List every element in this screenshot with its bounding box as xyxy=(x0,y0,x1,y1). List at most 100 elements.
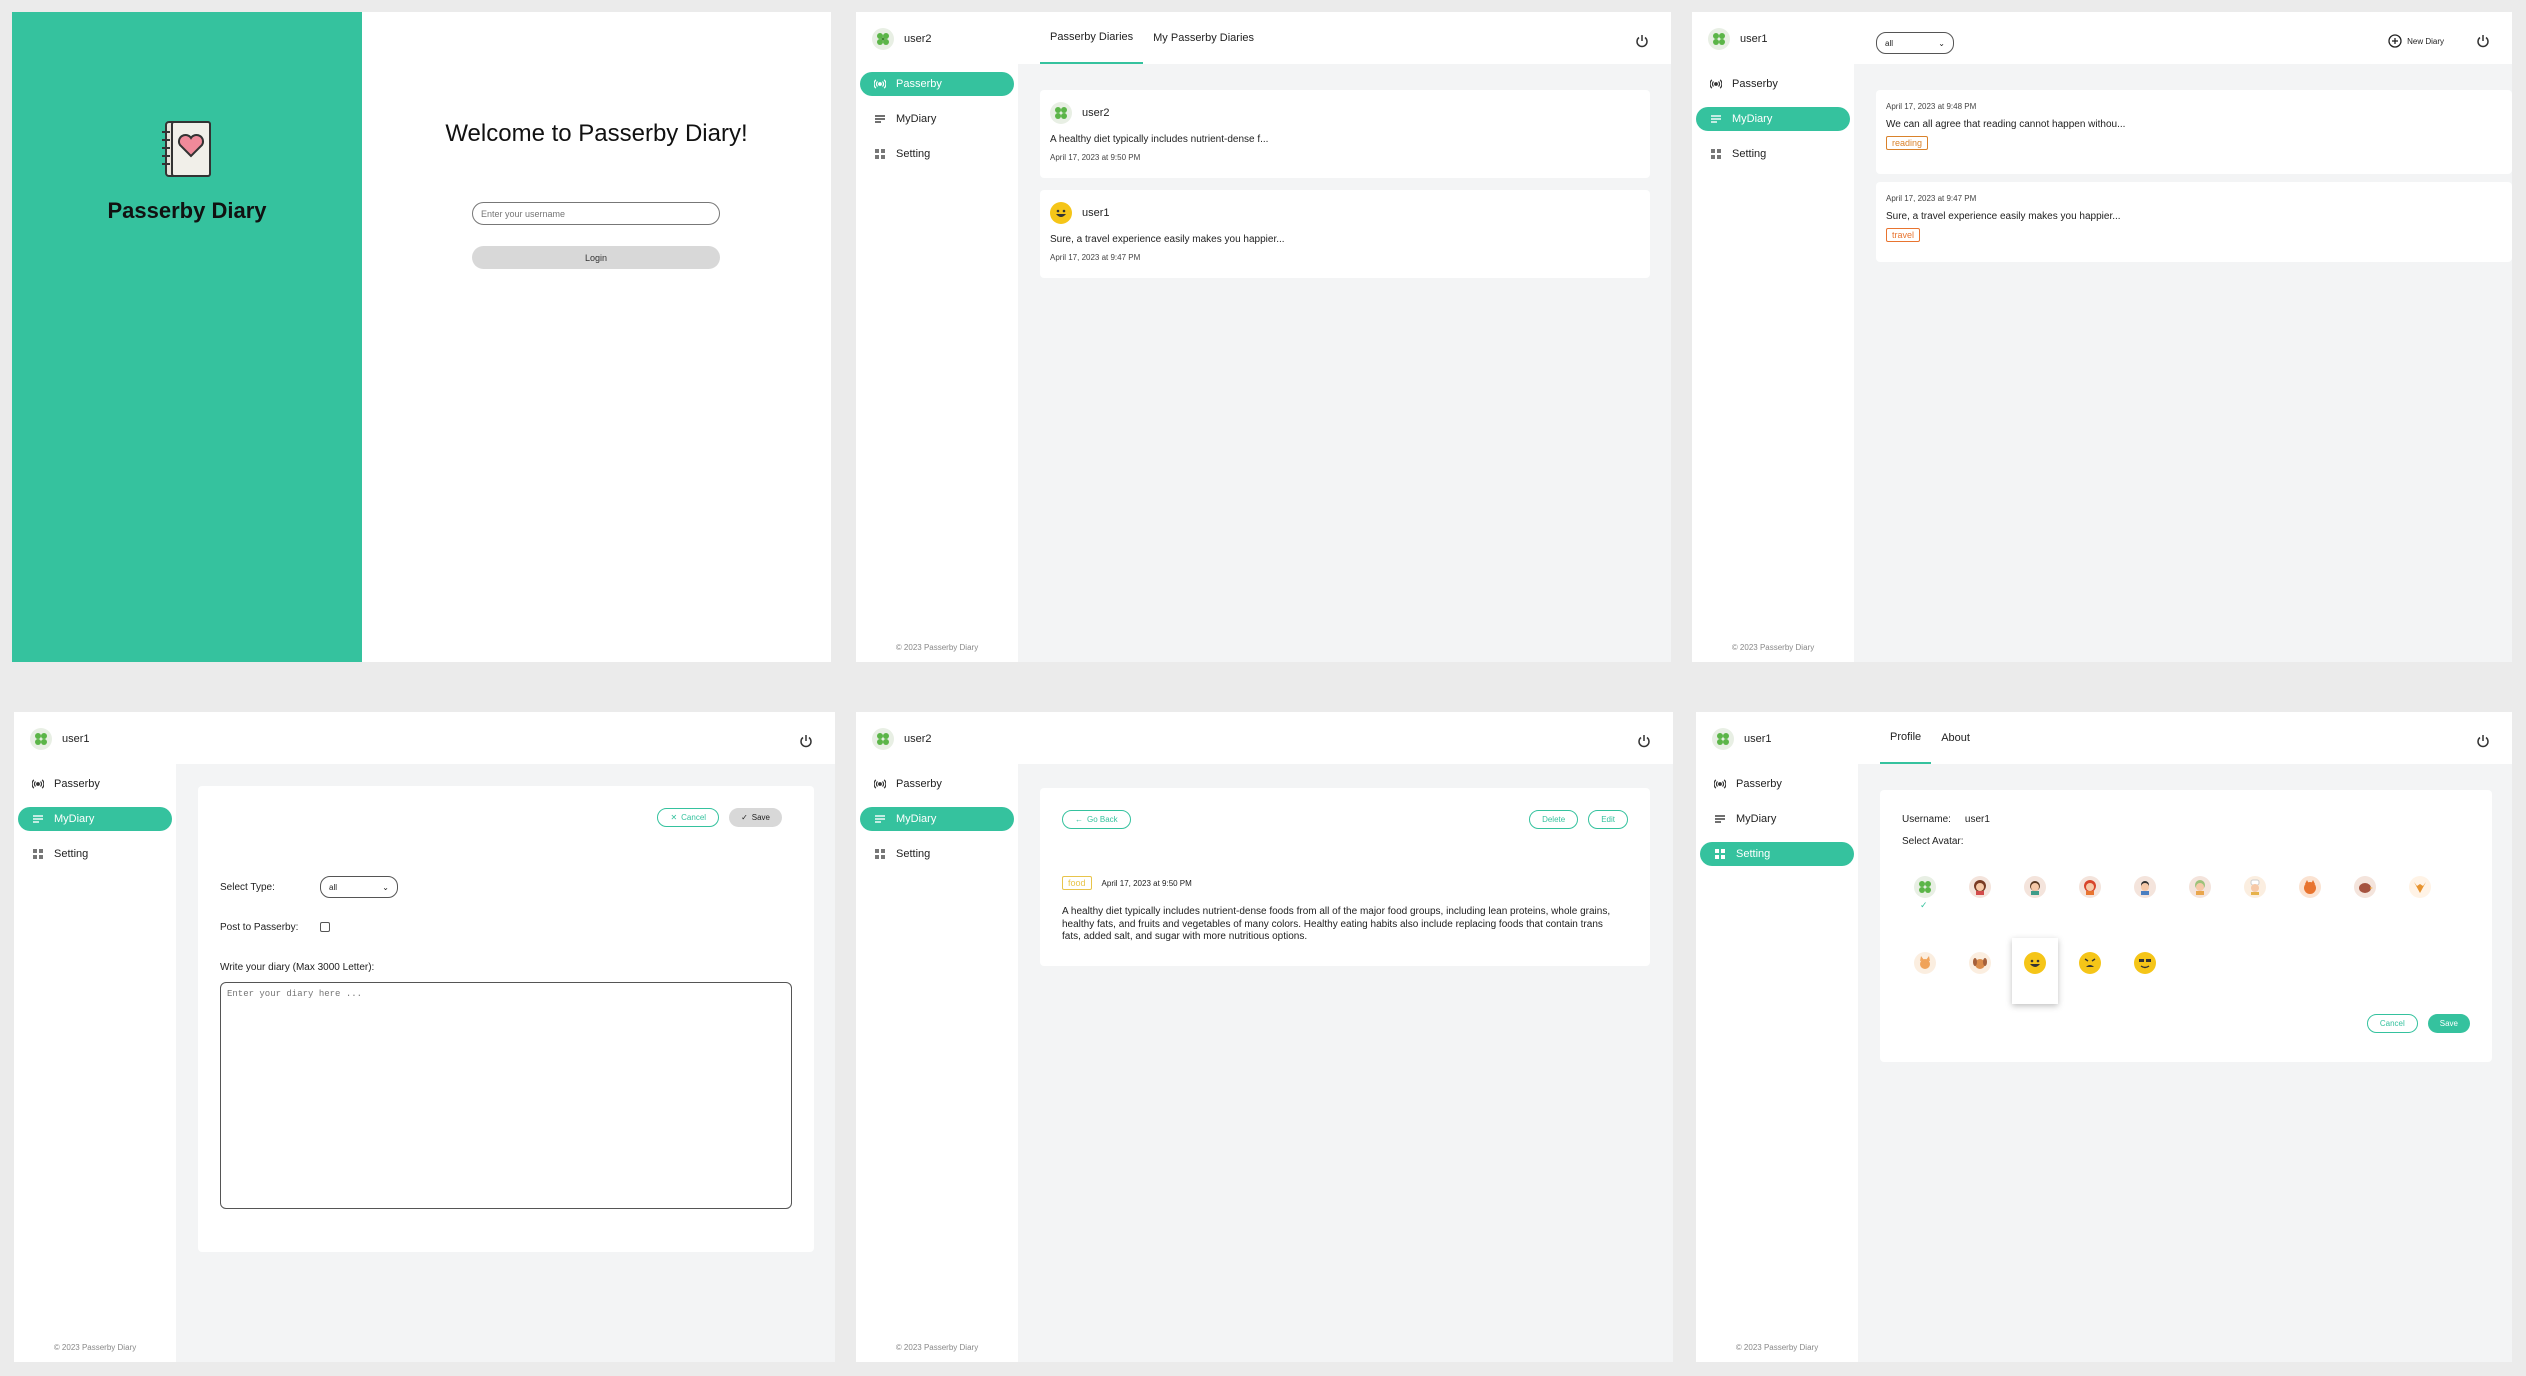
topbar xyxy=(176,712,835,764)
sidebar-user: user1 xyxy=(30,728,90,750)
cool-emoji-icon[interactable] xyxy=(2134,952,2156,974)
fox-icon[interactable] xyxy=(2409,876,2431,898)
type-filter-select[interactable]: all ⌄ xyxy=(1876,32,1954,54)
sidebar-username: user2 xyxy=(904,733,932,745)
save-button[interactable]: ✓ Save xyxy=(729,808,782,827)
sidebar-item-label: Setting xyxy=(896,148,931,160)
sidebar-item-setting[interactable]: Setting xyxy=(1696,142,1850,166)
broadcast-icon xyxy=(32,778,44,790)
sidebar-item-mydiary[interactable]: MyDiary xyxy=(18,807,172,831)
delete-button[interactable]: Delete xyxy=(1529,810,1579,829)
edit-button[interactable]: Edit xyxy=(1588,810,1628,829)
sidebar-item-setting[interactable]: Setting xyxy=(860,142,1014,166)
sidebar-user: user1 xyxy=(1708,28,1768,50)
login-screen: Passerby Diary Welcome to Passerby Diary… xyxy=(12,12,831,662)
redhead-icon[interactable] xyxy=(2079,876,2101,898)
login-sidebar: Passerby Diary xyxy=(12,12,362,662)
feed-card-text: Sure, a travel experience easily makes y… xyxy=(1050,234,1285,245)
detail-date: April 17, 2023 at 9:50 PM xyxy=(1101,878,1192,888)
diary-textarea[interactable] xyxy=(220,982,792,1209)
sidebar-nav: Passerby MyDiary Setting xyxy=(18,772,172,877)
go-back-label: Go Back xyxy=(1087,815,1118,824)
sidebar-item-label: MyDiary xyxy=(1732,113,1773,125)
diary-card[interactable]: April 17, 2023 at 9:48 PM We can all agr… xyxy=(1876,90,2512,174)
save-button[interactable]: Save xyxy=(2427,1014,2470,1033)
sidebar-item-passerby[interactable]: Passerby xyxy=(860,72,1014,96)
sidebar-item-label: MyDiary xyxy=(896,813,937,825)
sidebar-item-mydiary[interactable]: MyDiary xyxy=(1696,107,1850,131)
copyright: © 2023 Passerby Diary xyxy=(895,643,979,652)
sidebar-item-mydiary[interactable]: MyDiary xyxy=(1700,807,1854,831)
tab-my-passerby-diaries[interactable]: My Passerby Diaries xyxy=(1143,12,1264,64)
grin-emoji-icon[interactable] xyxy=(2024,952,2046,974)
sidebar-item-setting[interactable]: Setting xyxy=(1700,842,1854,866)
feed-card[interactable]: user1 Sure, a travel experience easily m… xyxy=(1040,190,1650,278)
username-label: Username: xyxy=(1902,814,1951,825)
type-filter-value: all xyxy=(1885,38,1894,48)
sidebar-item-label: Passerby xyxy=(896,78,942,90)
sidebar-item-label: Setting xyxy=(1732,148,1767,160)
sidebar-item-setting[interactable]: Setting xyxy=(860,842,1014,866)
diary-card-date: April 17, 2023 at 9:47 PM xyxy=(1886,194,1977,203)
sidebar-item-label: Passerby xyxy=(54,778,100,790)
feed-card-username: user2 xyxy=(1082,107,1110,119)
sidebar-nav: Passerby MyDiary Setting xyxy=(860,72,1014,177)
chevron-down-icon: ⌄ xyxy=(1938,38,1945,48)
post-to-passerby-label: Post to Passerby: xyxy=(220,922,299,933)
clover-icon xyxy=(872,728,894,750)
power-icon[interactable] xyxy=(1635,34,1649,48)
cat-icon[interactable] xyxy=(1914,952,1936,974)
new-diary-button[interactable]: New Diary xyxy=(2388,34,2444,48)
copyright: © 2023 Passerby Diary xyxy=(1735,1343,1819,1352)
diary-card[interactable]: April 17, 2023 at 9:47 PM Sure, a travel… xyxy=(1876,182,2512,262)
type-select[interactable]: all ⌄ xyxy=(320,876,398,898)
sidebar-item-label: MyDiary xyxy=(896,113,937,125)
sidebar-item-passerby[interactable]: Passerby xyxy=(860,772,1014,796)
orange-cat-icon[interactable] xyxy=(2299,876,2321,898)
username-input[interactable] xyxy=(472,202,720,225)
diary-detail-screen: user2 Passerby MyDiary Setting © 2023 Pa… xyxy=(856,712,1673,1362)
power-icon[interactable] xyxy=(1637,734,1651,748)
tab-passerby-diaries[interactable]: Passerby Diaries xyxy=(1040,12,1144,64)
tab-about[interactable]: About xyxy=(1931,712,1980,764)
close-icon: ✕ xyxy=(670,813,678,822)
tab-profile[interactable]: Profile xyxy=(1880,712,1932,764)
angry-emoji-icon[interactable] xyxy=(2079,952,2101,974)
topbar: Passerby Diaries My Passerby Diaries xyxy=(1018,12,1671,64)
chef-icon[interactable] xyxy=(2244,876,2266,898)
grin-emoji-icon xyxy=(1050,202,1072,224)
clover-icon[interactable] xyxy=(1914,876,1936,898)
go-back-button[interactable]: ← Go Back xyxy=(1062,810,1131,829)
grandma-icon[interactable] xyxy=(2189,876,2211,898)
login-button[interactable]: Login xyxy=(472,246,720,269)
select-avatar-label: Select Avatar: xyxy=(1902,836,1964,847)
setting-screen: user1 Passerby MyDiary Setting © 2023 Pa… xyxy=(1696,712,2512,1362)
sidebar: user1 Passerby MyDiary Setting © 2023 Pa… xyxy=(1696,712,1858,1362)
power-icon[interactable] xyxy=(799,734,813,748)
feed-card[interactable]: user2 A healthy diet typically includes … xyxy=(1040,90,1650,178)
post-to-passerby-checkbox[interactable] xyxy=(320,922,330,932)
clover-icon xyxy=(1712,728,1734,750)
power-icon[interactable] xyxy=(2476,34,2490,48)
list-icon xyxy=(874,813,886,825)
sidebar-item-passerby[interactable]: Passerby xyxy=(1700,772,1854,796)
broadcast-icon xyxy=(1714,778,1726,790)
diary-detail-card: ← Go Back Delete Edit food April 17, 2023… xyxy=(1040,788,1650,966)
sidebar-item-mydiary[interactable]: MyDiary xyxy=(860,807,1014,831)
sidebar-item-passerby[interactable]: Passerby xyxy=(1696,72,1850,96)
man-icon[interactable] xyxy=(2134,876,2156,898)
sidebar-item-setting[interactable]: Setting xyxy=(18,842,172,866)
chevron-down-icon: ⌄ xyxy=(382,882,389,892)
girl-icon[interactable] xyxy=(1969,876,1991,898)
cancel-button[interactable]: ✕ Cancel xyxy=(657,808,720,827)
boy-icon[interactable] xyxy=(2024,876,2046,898)
dog-icon[interactable] xyxy=(1969,952,1991,974)
sidebar-username: user1 xyxy=(1744,733,1772,745)
power-icon[interactable] xyxy=(2476,734,2490,748)
bird-icon[interactable] xyxy=(2354,876,2376,898)
cancel-button[interactable]: Cancel xyxy=(2366,1014,2418,1033)
sidebar-item-label: Passerby xyxy=(1732,78,1778,90)
sidebar-item-passerby[interactable]: Passerby xyxy=(18,772,172,796)
sidebar-item-mydiary[interactable]: MyDiary xyxy=(860,107,1014,131)
welcome-heading: Welcome to Passerby Diary! xyxy=(445,120,748,147)
